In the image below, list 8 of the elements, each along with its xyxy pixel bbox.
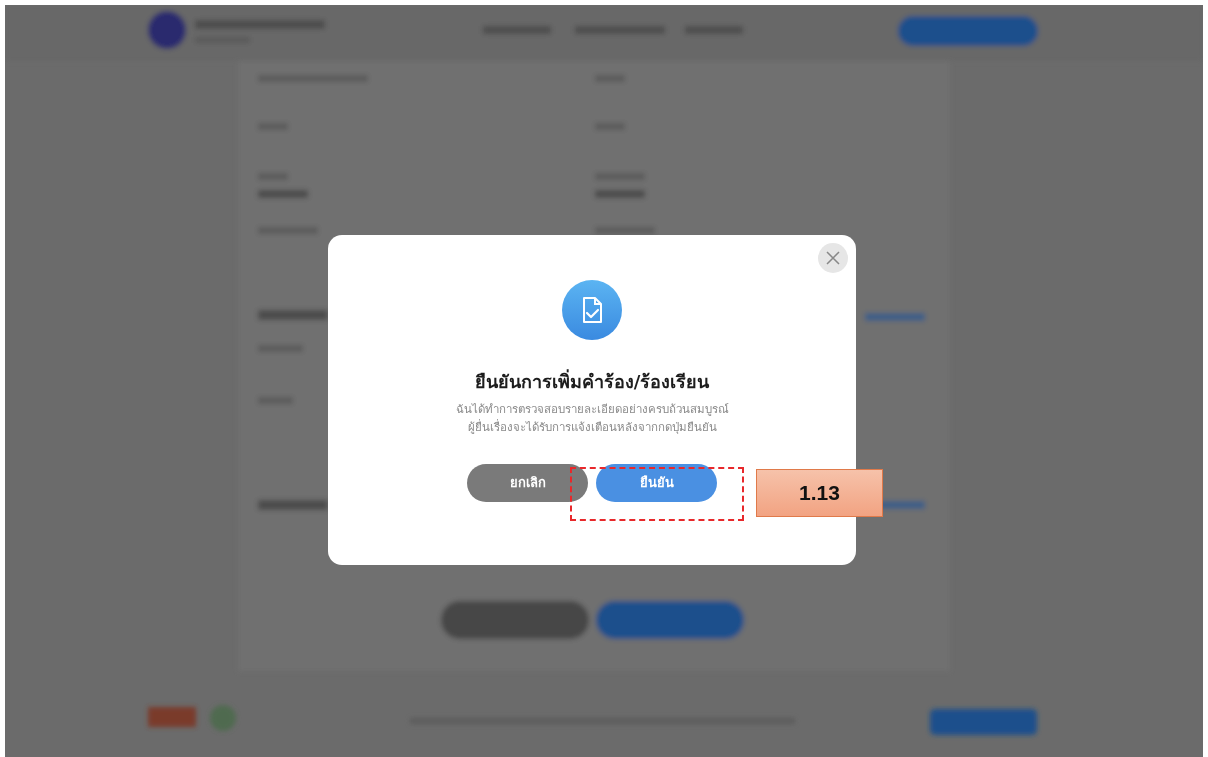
dialog-message: ฉันได้ทำการตรวจสอบรายละเอียดอย่างครบถ้วนสมบูรณ์ ผู้ยื่นเรื่องจะได้รับการแจ้งเตือนหลังจากกดปุ่มยืนยัน <box>454 401 730 436</box>
cancel-button[interactable]: ยกเลิก <box>467 463 588 502</box>
dialog-title: ยืนยันการเพิ่มคำร้อง/ร้องเรียน <box>473 370 711 394</box>
step-callout: 1.13 <box>756 469 883 517</box>
confirm-button[interactable]: ยืนยัน <box>596 463 717 502</box>
close-button[interactable] <box>818 243 848 273</box>
document-check-icon <box>562 280 622 340</box>
close-icon <box>826 251 840 265</box>
